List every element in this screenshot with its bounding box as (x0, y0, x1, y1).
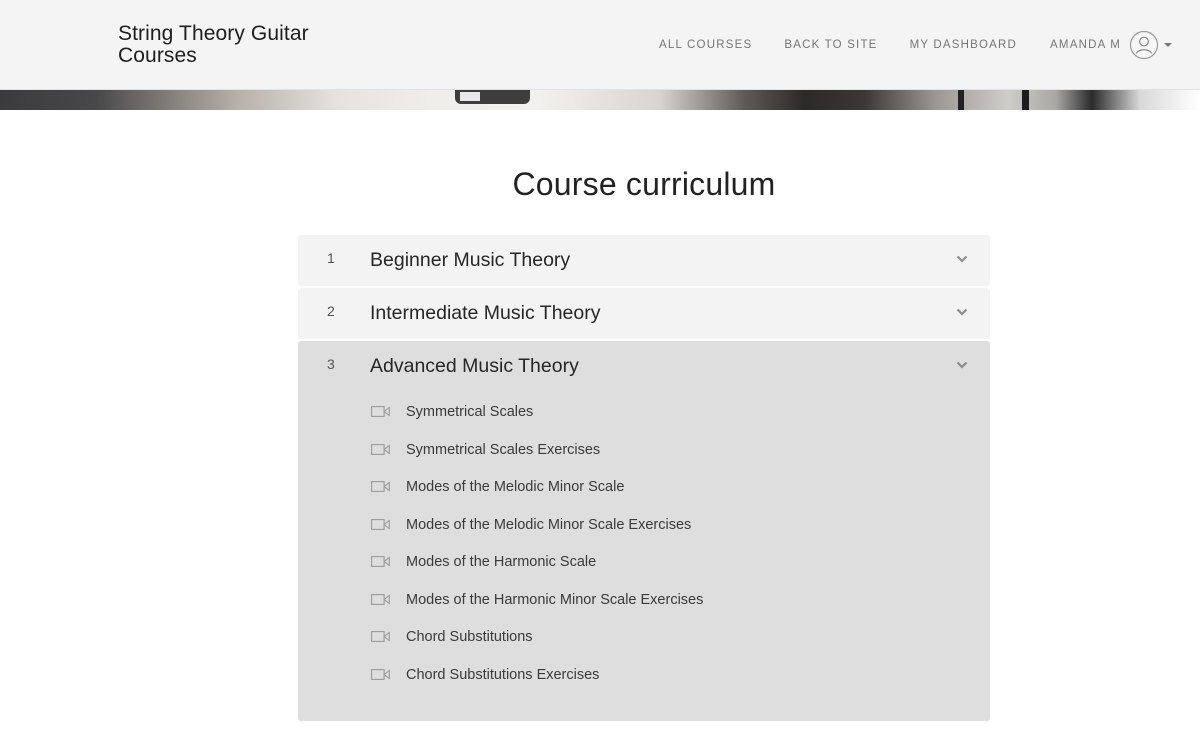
nav-back-to-site[interactable]: BACK TO SITE (784, 39, 877, 51)
lesson-title: Symmetrical Scales Exercises (406, 441, 601, 458)
lesson-title: Modes of the Melodic Minor Scale Exercis… (406, 516, 692, 533)
lesson-item[interactable]: Modes of the Harmonic Minor Scale Exerci… (298, 586, 990, 616)
chevron-down-icon (956, 308, 968, 316)
nav-my-dashboard[interactable]: MY DASHBOARD (910, 39, 1017, 51)
section-title: Advanced Music Theory (370, 355, 579, 377)
lesson-title: Modes of the Melodic Minor Scale (406, 479, 625, 495)
nav-all-courses[interactable]: ALL COURSES (659, 39, 752, 51)
lesson-item[interactable]: Modes of the Harmonic Scale (298, 548, 990, 578)
curriculum-section-2[interactable]: 2 Intermediate Music Theory (298, 288, 990, 339)
hero-banner-image (0, 90, 1200, 110)
section-header[interactable]: 1 Beginner Music Theory (298, 235, 990, 287)
video-icon (371, 443, 390, 455)
video-icon (371, 556, 390, 567)
video-icon (371, 668, 390, 680)
section-title: Intermediate Music Theory (370, 302, 601, 324)
lesson-item[interactable]: Symmetrical Scales (298, 398, 990, 428)
lesson-title: Modes of the Harmonic Minor Scale Exerci… (406, 591, 704, 608)
chevron-down-icon (1164, 43, 1172, 47)
lesson-title: Chord Substitutions Exercises (406, 666, 600, 683)
section-title: Beginner Music Theory (370, 249, 571, 271)
lesson-title: Chord Substitutions (406, 629, 533, 645)
lesson-title: Modes of the Harmonic Scale (406, 554, 597, 570)
chevron-down-icon (956, 361, 968, 369)
video-icon (371, 406, 390, 417)
video-icon (371, 481, 390, 492)
chevron-down-icon (956, 255, 968, 263)
curriculum-section-3[interactable]: 3 Advanced Music Theory Symmetrical Scal… (298, 341, 990, 721)
main-nav: ALL COURSES BACK TO SITE MY DASHBOARD AM… (627, 30, 1172, 60)
site-brand[interactable]: String Theory Guitar Courses (118, 23, 348, 67)
lesson-item[interactable]: Chord Substitutions (298, 623, 990, 653)
section-number: 3 (327, 356, 335, 372)
video-icon (371, 593, 390, 605)
top-navbar: String Theory Guitar Courses ALL COURSES… (0, 0, 1200, 90)
section-header[interactable]: 3 Advanced Music Theory (298, 341, 990, 393)
page-title: Course curriculum (512, 166, 776, 202)
section-number: 2 (327, 303, 335, 319)
video-icon (371, 631, 390, 642)
lesson-item[interactable]: Chord Substitutions Exercises (298, 661, 990, 691)
video-icon (371, 518, 390, 530)
user-menu[interactable]: AMANDA M (1050, 30, 1172, 60)
section-number: 1 (327, 250, 335, 266)
section-header[interactable]: 2 Intermediate Music Theory (298, 288, 990, 340)
lesson-title: Symmetrical Scales (406, 404, 534, 420)
curriculum-section-1[interactable]: 1 Beginner Music Theory (298, 235, 990, 286)
lesson-item[interactable]: Modes of the Melodic Minor Scale Exercis… (298, 511, 990, 541)
user-avatar-icon (1129, 30, 1159, 60)
lesson-item[interactable]: Symmetrical Scales Exercises (298, 436, 990, 466)
user-name: AMANDA M (1050, 39, 1121, 51)
lesson-item[interactable]: Modes of the Melodic Minor Scale (298, 473, 990, 503)
